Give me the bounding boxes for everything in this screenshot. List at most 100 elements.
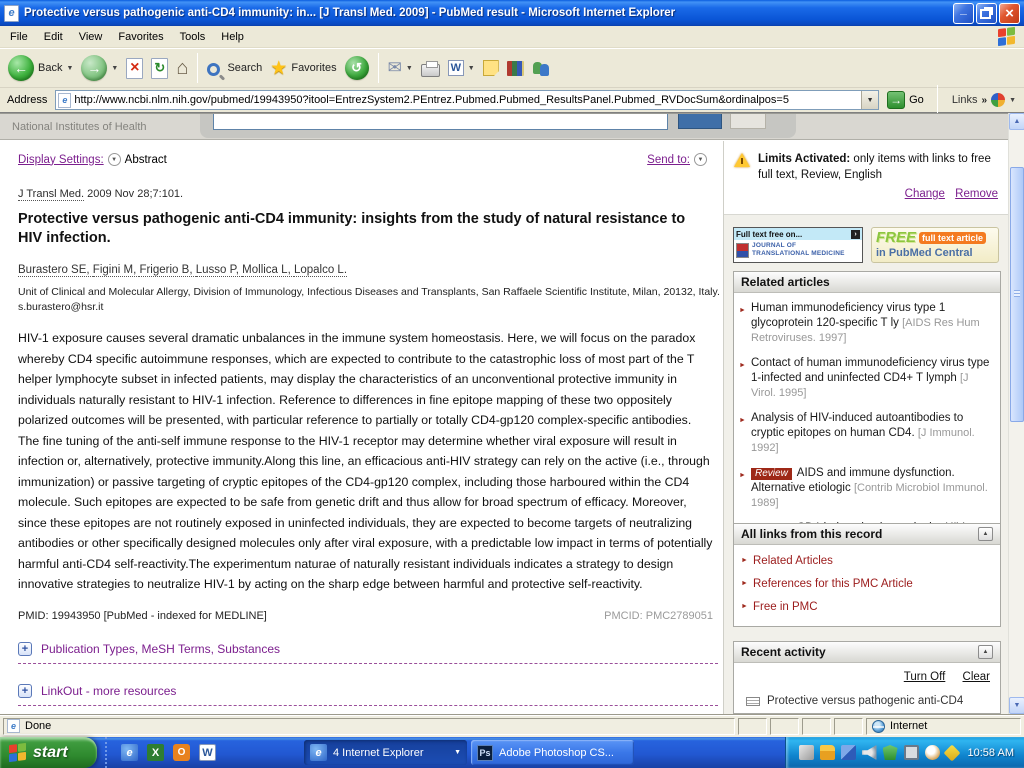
- display-settings-link[interactable]: Display Settings:: [18, 154, 104, 166]
- author-link[interactable]: Lopalco L: [294, 264, 347, 277]
- forward-dropdown-icon[interactable]: ▼: [111, 65, 118, 72]
- menu-tools[interactable]: Tools: [172, 28, 214, 46]
- references-pmc-link[interactable]: References for this PMC Article: [738, 572, 996, 595]
- address-dropdown-icon[interactable]: ▼: [861, 91, 878, 109]
- recent-item-text[interactable]: Protective versus pathogenic anti-CD4: [767, 695, 963, 707]
- refresh-button[interactable]: [147, 56, 172, 81]
- updates-icon[interactable]: [943, 744, 960, 761]
- related-articles-link[interactable]: Related Articles: [738, 549, 996, 572]
- pubmed-search-button[interactable]: [678, 113, 722, 129]
- print-button[interactable]: [417, 58, 444, 79]
- restore-button[interactable]: [976, 3, 997, 24]
- go-button[interactable]: Go: [884, 91, 927, 109]
- free-in-pmc-link[interactable]: Free in PMC: [738, 595, 996, 618]
- quicklaunch-excel-icon[interactable]: [147, 744, 164, 761]
- author-link[interactable]: Figini M: [93, 264, 140, 277]
- related-article-link[interactable]: Contact of human immunodeficiency virus …: [751, 357, 989, 384]
- ie-group-taskbar-button[interactable]: 4 Internet Explorer ▼: [304, 740, 467, 765]
- expand-plus-icon[interactable]: [18, 684, 32, 698]
- forward-button[interactable]: ▼: [77, 53, 122, 83]
- menu-edit[interactable]: Edit: [36, 28, 71, 46]
- author-link[interactable]: Mollica L: [242, 264, 294, 277]
- scroll-down-button[interactable]: [1009, 697, 1024, 714]
- author-link[interactable]: Burastero SE: [18, 264, 93, 277]
- minimize-button[interactable]: [953, 3, 974, 24]
- search-button[interactable]: Search: [203, 59, 266, 78]
- turn-off-link[interactable]: Turn Off: [904, 671, 946, 683]
- clear-link[interactable]: Clear: [963, 671, 990, 683]
- scroll-up-button[interactable]: [1009, 113, 1024, 130]
- home-button[interactable]: [172, 55, 192, 82]
- change-limits-link[interactable]: Change: [905, 188, 945, 200]
- linkout-section[interactable]: LinkOut - more resources: [18, 684, 718, 706]
- back-button[interactable]: Back ▼: [4, 53, 77, 83]
- quicklaunch-word-icon[interactable]: [199, 744, 216, 761]
- discuss-button[interactable]: [479, 58, 503, 78]
- collapse-icon[interactable]: [978, 527, 993, 541]
- photoshop-taskbar-button[interactable]: Adobe Photoshop CS...: [471, 740, 634, 765]
- expand-plus-icon[interactable]: [18, 642, 32, 656]
- display-icon[interactable]: [904, 745, 919, 760]
- search-label: Search: [227, 62, 262, 74]
- mesh-terms-label[interactable]: Publication Types, MeSH Terms, Substance…: [41, 642, 280, 656]
- edit-with-word-button[interactable]: ▼: [444, 58, 479, 78]
- author-link[interactable]: Frigerio B: [139, 264, 195, 277]
- collapse-icon[interactable]: [978, 645, 993, 659]
- related-article-item[interactable]: Human immunodeficiency virus type 1 glyc…: [738, 296, 996, 351]
- related-article-item[interactable]: ReviewAIDS and immune dysfunction. Alter…: [738, 461, 996, 516]
- scrollbar-thumb[interactable]: [1010, 167, 1024, 422]
- journal-fulltext-banner[interactable]: Full text free on... JOURNAL OF TRANSLAT…: [733, 227, 863, 263]
- group-dropdown-icon[interactable]: ▼: [454, 749, 461, 756]
- back-dropdown-icon[interactable]: ▼: [66, 65, 73, 72]
- remove-limits-link[interactable]: Remove: [955, 188, 998, 200]
- messenger-tray-icon[interactable]: [925, 745, 940, 760]
- research-button[interactable]: [503, 59, 528, 78]
- stop-button[interactable]: [122, 56, 147, 81]
- jtm-arrow-icon: [851, 230, 860, 239]
- mail-button[interactable]: ▼: [384, 56, 417, 80]
- mail-dropdown-icon[interactable]: ▼: [406, 65, 413, 72]
- send-to-dropdown-icon[interactable]: [694, 153, 707, 166]
- addon-dropdown-icon[interactable]: ▼: [1009, 97, 1016, 104]
- menu-help[interactable]: Help: [213, 28, 252, 46]
- history-button[interactable]: [341, 54, 373, 82]
- author-link[interactable]: Lusso P: [196, 264, 242, 277]
- quicklaunch-ie-icon[interactable]: [121, 744, 138, 761]
- linkout-label[interactable]: LinkOut - more resources: [41, 684, 176, 698]
- home-icon: [176, 57, 188, 80]
- links-chevron-icon[interactable]: »: [982, 95, 988, 106]
- journal-abbrev-link[interactable]: J Transl Med.: [18, 188, 84, 201]
- quicklaunch-outlook-icon[interactable]: [173, 744, 190, 761]
- favorites-button[interactable]: Favorites: [266, 55, 340, 82]
- pubmed-search-input[interactable]: [213, 113, 668, 130]
- vertical-scrollbar[interactable]: [1008, 113, 1024, 714]
- recent-activity-item[interactable]: Protective versus pathogenic anti-CD4: [734, 683, 1000, 707]
- pubmed-clear-button[interactable]: [730, 113, 766, 129]
- address-input[interactable]: http://www.ncbi.nlm.nih.gov/pubmed/19943…: [55, 90, 879, 110]
- display-settings-dropdown-icon[interactable]: [108, 153, 121, 166]
- menu-favorites[interactable]: Favorites: [110, 28, 171, 46]
- menu-view[interactable]: View: [71, 28, 111, 46]
- taskbar-clock[interactable]: 10:58 AM: [968, 747, 1014, 759]
- network-icon[interactable]: [841, 745, 856, 760]
- related-article-item[interactable]: Contact of human immunodeficiency virus …: [738, 351, 996, 406]
- pmc-free-banner[interactable]: FREE full text article in PubMed Central: [871, 227, 999, 263]
- send-to-link[interactable]: Send to:: [647, 154, 690, 166]
- edit-dropdown-icon[interactable]: ▼: [468, 65, 475, 72]
- toolbar-separator: [197, 53, 198, 83]
- links-toolbar[interactable]: Links » ▼: [948, 93, 1020, 107]
- security-shield-icon[interactable]: [883, 745, 898, 760]
- close-button[interactable]: [999, 3, 1020, 24]
- page-controls-row: Display Settings: Abstract Send to:: [18, 153, 711, 166]
- volume-icon[interactable]: [862, 745, 877, 760]
- start-button[interactable]: start: [0, 737, 97, 768]
- mesh-terms-section[interactable]: Publication Types, MeSH Terms, Substance…: [18, 642, 718, 664]
- menu-file[interactable]: File: [2, 28, 36, 46]
- folder-tray-icon[interactable]: [820, 745, 835, 760]
- safely-remove-icon[interactable]: [799, 745, 814, 760]
- messenger-button[interactable]: [528, 58, 554, 78]
- start-label: start: [33, 744, 68, 762]
- favorites-label: Favorites: [291, 62, 336, 74]
- related-article-item[interactable]: Analysis of HIV-induced autoantibodies t…: [738, 406, 996, 461]
- addon-pinwheel-icon[interactable]: [991, 93, 1005, 107]
